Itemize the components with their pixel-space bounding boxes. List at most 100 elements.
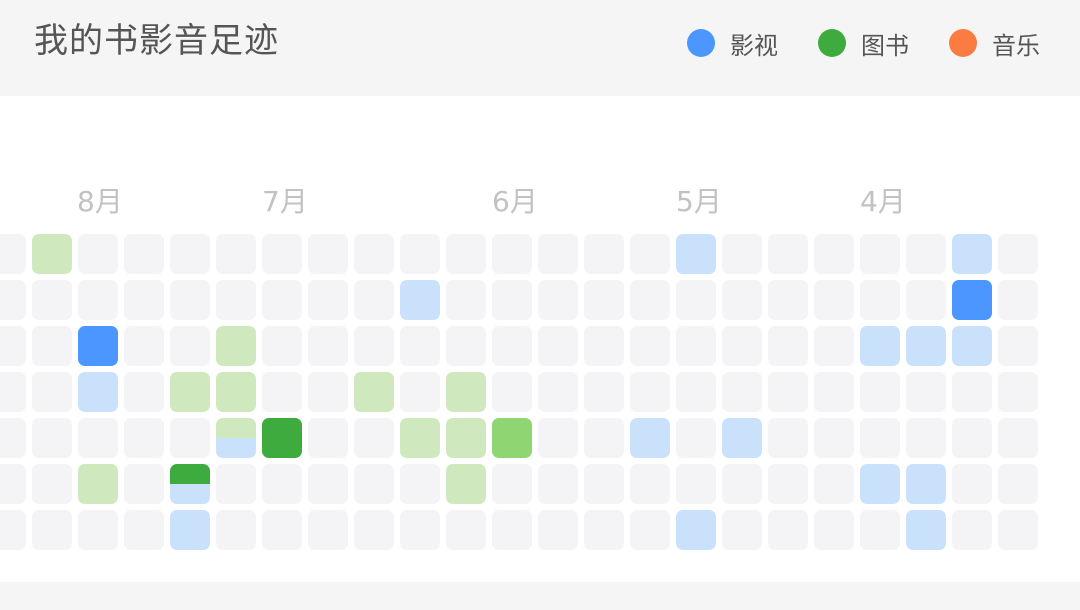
- heatmap-cell: [308, 234, 348, 274]
- heatmap-cell: [308, 326, 348, 366]
- heatmap-cell: [354, 280, 394, 320]
- footprint-card: 我的书影音足迹 影视 图书 音乐 8月 7月 6月 5月 4月: [0, 0, 1080, 610]
- heatmap-cell: [676, 418, 716, 458]
- heatmap-cell: [814, 280, 854, 320]
- heatmap-cell: [400, 464, 440, 504]
- heatmap-cell: [124, 372, 164, 412]
- heatmap-cell: [538, 464, 578, 504]
- heatmap-cell: [860, 418, 900, 458]
- heatmap-cell: [446, 326, 486, 366]
- heatmap-cell: [492, 510, 532, 550]
- heatmap-cell: [814, 234, 854, 274]
- heatmap-cell: [78, 326, 118, 366]
- heatmap-cell: [216, 234, 256, 274]
- heatmap-cell: [170, 372, 210, 412]
- heatmap-cell: [124, 280, 164, 320]
- heatmap-cell: [998, 464, 1038, 504]
- heatmap-cell: [998, 510, 1038, 550]
- heatmap-cell: [998, 234, 1038, 274]
- heatmap-cell: [952, 510, 992, 550]
- heatmap-cell: [492, 280, 532, 320]
- heatmap-cell: [492, 234, 532, 274]
- heatmap-cell: [216, 326, 256, 366]
- heatmap-cell: [998, 418, 1038, 458]
- heatmap-cell: [630, 326, 670, 366]
- heatmap-cell: [262, 326, 302, 366]
- heatmap-cell: [722, 510, 762, 550]
- heatmap-cell: [308, 372, 348, 412]
- heatmap-cell: [400, 234, 440, 274]
- heatmap-cell: [814, 510, 854, 550]
- heatmap-cell: [446, 234, 486, 274]
- heatmap-cell: [768, 326, 808, 366]
- heatmap-cell: [170, 464, 210, 504]
- heatmap-cell: [262, 234, 302, 274]
- heatmap-cell: [124, 418, 164, 458]
- heatmap-cell: [538, 280, 578, 320]
- heatmap-cell: [722, 280, 762, 320]
- heatmap-cell: [262, 372, 302, 412]
- heatmap-cell: [768, 464, 808, 504]
- heatmap-cell: [308, 464, 348, 504]
- heatmap-cell: [768, 510, 808, 550]
- heatmap-cell: [584, 510, 624, 550]
- heatmap-cell: [262, 280, 302, 320]
- heatmap-cell: [952, 280, 992, 320]
- heatmap-cell: [0, 234, 26, 274]
- activity-heatmap: [0, 0, 1080, 610]
- heatmap-cell: [584, 372, 624, 412]
- heatmap-cell: [216, 510, 256, 550]
- heatmap-cell: [216, 418, 256, 458]
- heatmap-cell: [354, 234, 394, 274]
- heatmap-cell: [216, 280, 256, 320]
- heatmap-cell: [32, 464, 72, 504]
- heatmap-cell: [32, 234, 72, 274]
- heatmap-cell: [400, 510, 440, 550]
- heatmap-cell: [308, 418, 348, 458]
- heatmap-cell: [446, 464, 486, 504]
- heatmap-cell: [722, 372, 762, 412]
- heatmap-cell: [32, 280, 72, 320]
- heatmap-cell: [860, 372, 900, 412]
- heatmap-cell: [952, 326, 992, 366]
- heatmap-cell: [906, 326, 946, 366]
- heatmap-cell: [78, 234, 118, 274]
- heatmap-cell: [170, 418, 210, 458]
- heatmap-cell: [952, 418, 992, 458]
- heatmap-cell: [906, 418, 946, 458]
- heatmap-cell: [32, 372, 72, 412]
- heatmap-cell: [998, 372, 1038, 412]
- heatmap-cell: [446, 510, 486, 550]
- heatmap-cell: [538, 418, 578, 458]
- heatmap-cell: [584, 326, 624, 366]
- heatmap-cell: [354, 326, 394, 366]
- heatmap-cell: [538, 326, 578, 366]
- heatmap-cell: [308, 280, 348, 320]
- heatmap-cell: [676, 464, 716, 504]
- heatmap-cell: [400, 372, 440, 412]
- heatmap-cell: [124, 234, 164, 274]
- heatmap-cell: [492, 464, 532, 504]
- heatmap-cell: [78, 510, 118, 550]
- heatmap-cell: [952, 234, 992, 274]
- heatmap-cell: [676, 510, 716, 550]
- heatmap-cell: [446, 418, 486, 458]
- heatmap-cell: [722, 234, 762, 274]
- heatmap-cell: [32, 326, 72, 366]
- heatmap-cell: [32, 510, 72, 550]
- heatmap-cell: [124, 464, 164, 504]
- heatmap-cell: [0, 280, 26, 320]
- heatmap-cell: [906, 234, 946, 274]
- heatmap-cell: [860, 464, 900, 504]
- heatmap-cell: [124, 510, 164, 550]
- heatmap-cell: [354, 372, 394, 412]
- heatmap-cell: [492, 372, 532, 412]
- heatmap-cell: [216, 464, 256, 504]
- heatmap-cell: [262, 464, 302, 504]
- heatmap-cell: [768, 280, 808, 320]
- card-footer: [0, 582, 1080, 610]
- heatmap-cell: [308, 510, 348, 550]
- heatmap-cell: [906, 510, 946, 550]
- heatmap-cell: [170, 280, 210, 320]
- heatmap-cell: [676, 372, 716, 412]
